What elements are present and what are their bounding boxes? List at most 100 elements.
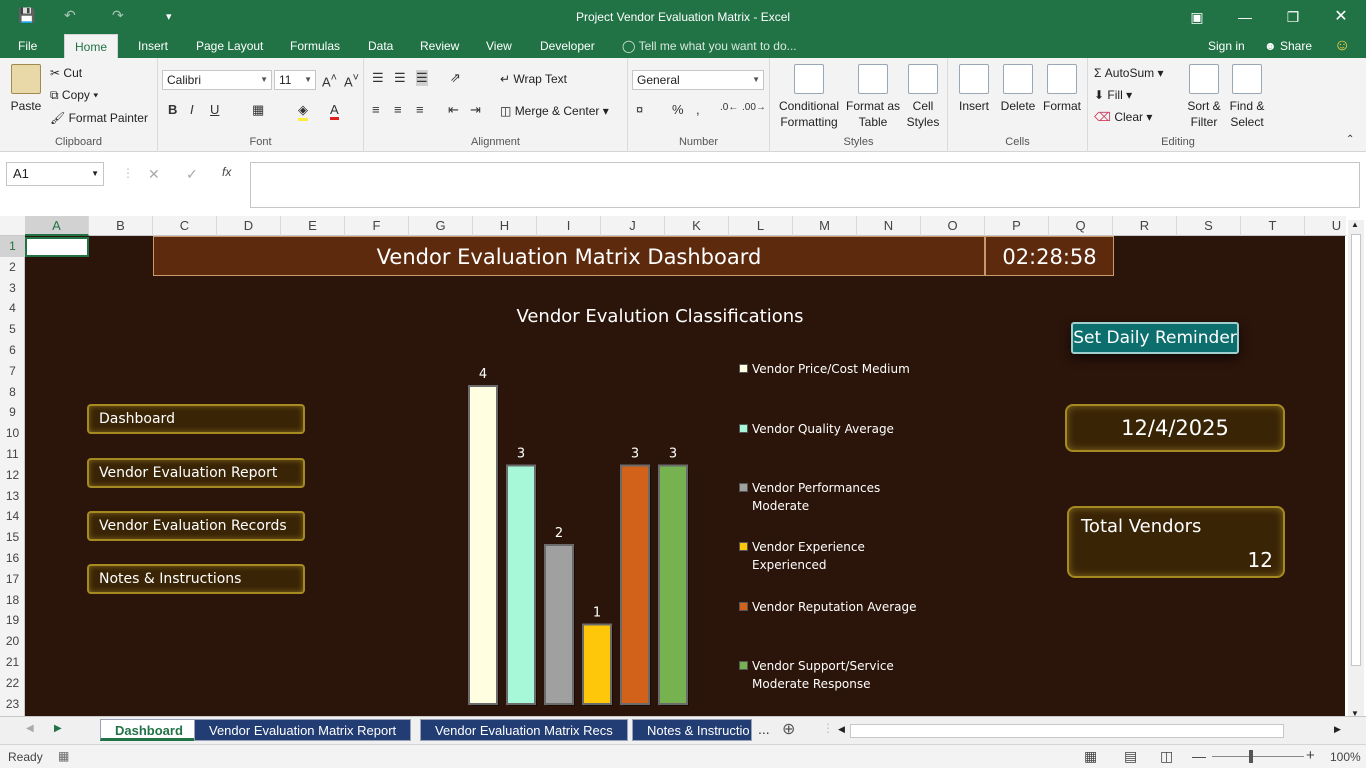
align-top-icon[interactable]: ☰ (372, 70, 384, 86)
column-header-p[interactable]: P (985, 216, 1049, 236)
format-as-table-button[interactable]: Format as Table (844, 64, 902, 130)
copy-button[interactable]: ⧉ Copy ▾ (50, 88, 98, 103)
increase-decimal-icon[interactable]: .0← (720, 102, 738, 113)
orientation-icon[interactable]: ⇗ (450, 70, 461, 86)
prev-sheet-icon[interactable]: ◀ (26, 723, 34, 734)
nav-notes-button[interactable]: Notes & Instructions (87, 564, 305, 594)
currency-icon[interactable]: ¤ (636, 102, 643, 117)
scroll-right-icon[interactable]: ▶ (1334, 724, 1341, 735)
share-button[interactable]: ☻ Share (1264, 34, 1312, 58)
name-box[interactable]: A1 ▼ (6, 162, 104, 186)
scroll-left-icon[interactable]: ◀ (838, 724, 845, 735)
decrease-indent-icon[interactable]: ⇤ (448, 102, 459, 118)
number-format-select[interactable]: General ▼ (632, 70, 764, 90)
decrease-decimal-icon[interactable]: .00→ (742, 102, 766, 113)
page-break-view-icon[interactable]: ◫ (1160, 748, 1173, 765)
horizontal-scrollbar[interactable] (850, 724, 1284, 738)
italic-icon[interactable]: I (190, 102, 194, 117)
column-header-a[interactable]: A (25, 216, 89, 236)
row-header-2[interactable]: 2 (0, 257, 25, 278)
tab-data[interactable]: Data (358, 34, 403, 58)
row-header-4[interactable]: 4 (0, 298, 25, 319)
column-header-q[interactable]: Q (1049, 216, 1113, 236)
column-header-t[interactable]: T (1241, 216, 1305, 236)
column-header-r[interactable]: R (1113, 216, 1177, 236)
row-header-15[interactable]: 15 (0, 527, 25, 548)
zoom-level[interactable]: 100% (1330, 750, 1361, 764)
column-header-n[interactable]: N (857, 216, 921, 236)
row-header-6[interactable]: 6 (0, 340, 25, 361)
cancel-icon[interactable]: ✕ (148, 166, 160, 183)
collapse-ribbon-icon[interactable]: ⌃ (1346, 134, 1354, 145)
scroll-thumb[interactable] (1351, 234, 1361, 666)
tab-page-layout[interactable]: Page Layout (186, 34, 273, 58)
delete-cells-button[interactable]: Delete (996, 64, 1040, 114)
column-header-l[interactable]: L (729, 216, 793, 236)
align-left-icon[interactable]: ≡ (372, 102, 380, 117)
merge-center-button[interactable]: ◫ Merge & Center ▾ (500, 104, 609, 118)
row-header-8[interactable]: 8 (0, 382, 25, 403)
column-header-k[interactable]: K (665, 216, 729, 236)
insert-cells-button[interactable]: Insert (952, 64, 996, 114)
normal-view-icon[interactable]: ▦ (1084, 748, 1097, 765)
enter-icon[interactable]: ✓ (186, 166, 198, 183)
row-header-10[interactable]: 10 (0, 423, 25, 444)
column-header-g[interactable]: G (409, 216, 473, 236)
align-middle-icon[interactable]: ☰ (394, 70, 406, 86)
column-header-d[interactable]: D (217, 216, 281, 236)
ribbon-display-icon[interactable]: ▣ (1182, 6, 1212, 28)
borders-icon[interactable]: ▦ (252, 102, 264, 118)
row-header-23[interactable]: 23 (0, 694, 25, 715)
font-size-select[interactable]: 11 ▼ (274, 70, 316, 90)
column-header-c[interactable]: C (153, 216, 217, 236)
smiley-icon[interactable]: ☺ (1334, 34, 1350, 58)
bold-icon[interactable]: B (168, 102, 177, 117)
conditional-formatting-button[interactable]: Conditional Formatting (774, 64, 844, 130)
sign-in-link[interactable]: Sign in (1208, 34, 1245, 58)
row-header-19[interactable]: 19 (0, 610, 25, 631)
nav-records-button[interactable]: Vendor Evaluation Records (87, 511, 305, 541)
macro-recorder-icon[interactable]: ▦ (58, 749, 69, 763)
scroll-up-icon[interactable]: ▲ (1351, 220, 1359, 229)
tab-formulas[interactable]: Formulas (280, 34, 350, 58)
tab-developer[interactable]: Developer (530, 34, 605, 58)
sheet-tab-records[interactable]: Vendor Evaluation Matrix Recs (420, 719, 628, 741)
underline-icon[interactable]: U (210, 102, 219, 117)
row-header-17[interactable]: 17 (0, 569, 25, 590)
row-header-9[interactable]: 9 (0, 402, 25, 423)
sheet-tab-report[interactable]: Vendor Evaluation Matrix Report (194, 719, 412, 741)
fill-color-icon[interactable]: ◈ (298, 102, 308, 121)
comma-icon[interactable]: , (696, 102, 700, 117)
sort-filter-button[interactable]: Sort & Filter (1184, 64, 1224, 130)
align-bottom-icon[interactable]: ☰ (416, 70, 428, 86)
column-header-b[interactable]: B (89, 216, 153, 236)
column-header-m[interactable]: M (793, 216, 857, 236)
align-center-icon[interactable]: ≡ (394, 102, 402, 117)
align-right-icon[interactable]: ≡ (416, 102, 424, 117)
vertical-scrollbar[interactable]: ▲ ▼ (1348, 220, 1364, 718)
column-header-f[interactable]: F (345, 216, 409, 236)
nav-dashboard-button[interactable]: Dashboard (87, 404, 305, 434)
minimize-icon[interactable]: — (1230, 6, 1260, 28)
row-header-11[interactable]: 11 (0, 444, 25, 465)
wrap-text-button[interactable]: ↵ Wrap Text (500, 72, 567, 86)
zoom-in-icon[interactable]: + (1306, 747, 1315, 764)
sheet-tab-dashboard[interactable]: Dashboard (100, 719, 198, 741)
formula-input[interactable] (250, 162, 1360, 208)
clear-button[interactable]: ⌫ Clear ▾ (1094, 110, 1152, 124)
row-header-21[interactable]: 21 (0, 652, 25, 673)
tab-insert[interactable]: Insert (128, 34, 178, 58)
row-header-13[interactable]: 13 (0, 486, 25, 507)
tab-home[interactable]: Home (64, 34, 119, 58)
restore-icon[interactable]: ❐ (1278, 6, 1308, 28)
tab-view[interactable]: View (476, 34, 522, 58)
row-header-5[interactable]: 5 (0, 319, 25, 340)
add-sheet-icon[interactable]: ⊕ (782, 719, 795, 739)
column-header-i[interactable]: I (537, 216, 601, 236)
decrease-font-icon[interactable]: A˅ (344, 72, 359, 89)
fill-button[interactable]: ⬇ Fill ▾ (1094, 88, 1132, 102)
column-header-h[interactable]: H (473, 216, 537, 236)
row-header-12[interactable]: 12 (0, 465, 25, 486)
sheet-tab-notes[interactable]: Notes & Instructio (632, 719, 752, 741)
close-icon[interactable]: ✕ (1326, 6, 1356, 28)
